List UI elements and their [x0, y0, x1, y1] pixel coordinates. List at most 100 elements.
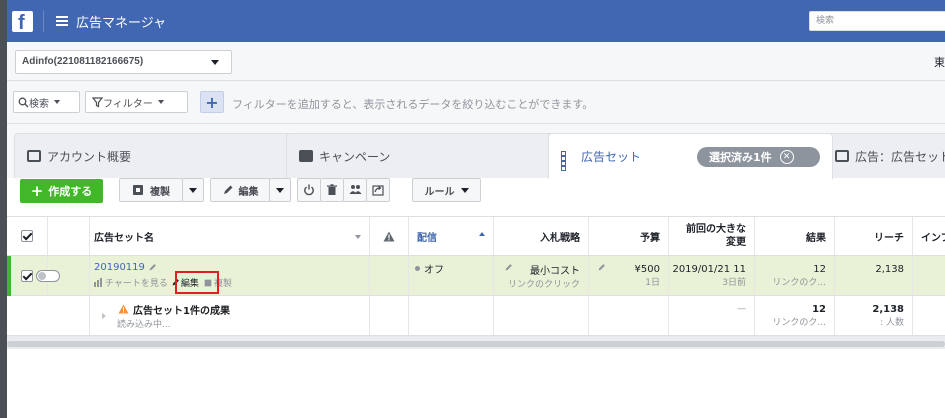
tab-campaign[interactable]: キャンペーン	[286, 133, 556, 178]
filter-button[interactable]: フィルター	[85, 91, 188, 113]
campaign-icon	[299, 150, 313, 162]
divider	[43, 10, 44, 32]
chevron-down-icon	[54, 100, 60, 104]
search-input[interactable]	[809, 11, 945, 31]
share-icon	[372, 185, 384, 196]
summary-reach-cell: 2,138 : 人数	[835, 296, 913, 335]
row-last-change-cell: 2019/01/21 11 3日前	[669, 256, 755, 295]
chevron-down-icon	[211, 60, 219, 65]
pencil-icon[interactable]	[504, 263, 513, 272]
reach-value: 2,138	[875, 264, 904, 275]
edit-highlight-box	[175, 271, 219, 294]
add-filter-button[interactable]: +	[200, 91, 224, 113]
duplicate-button[interactable]: 複製	[119, 178, 183, 202]
share-button[interactable]	[366, 178, 390, 202]
summary-row: 広告セット1件の成果 読み込み中... — 12 リンクのク... 2,138 …	[7, 296, 945, 336]
edit-dropdown[interactable]	[269, 178, 291, 202]
adset-name-link[interactable]: 20190119	[94, 262, 145, 273]
delivery-status: オフ	[424, 265, 444, 276]
delivery-toggle[interactable]	[36, 269, 60, 282]
header-last-change[interactable]: 前回の大きな 変更	[669, 217, 755, 255]
sort-ascending-icon	[479, 232, 485, 236]
header-bid-strategy[interactable]: 入札戦略	[494, 217, 589, 255]
rules-button[interactable]: ルール	[412, 178, 481, 202]
budget-sub: 1日	[645, 277, 660, 288]
summary-reach-value: 2,138	[872, 303, 904, 315]
tab-label: キャンペーン	[319, 149, 391, 164]
plus-icon: +	[30, 182, 44, 200]
budget-value: ¥500	[634, 263, 660, 275]
view-charts-link[interactable]: チャートを見る	[105, 276, 168, 289]
row-warning-cell	[370, 256, 409, 295]
delete-button[interactable]	[320, 178, 344, 202]
header-reach[interactable]: リーチ	[835, 217, 913, 255]
summary-sub: 読み込み中...	[117, 319, 171, 330]
header-name[interactable]: 広告セット名	[90, 217, 370, 255]
tab-account-overview[interactable]: アカウント概要	[14, 133, 294, 178]
results-value: 12	[813, 263, 826, 275]
account-select-label: Adinfo(221081182166675)	[22, 56, 144, 67]
chart-icon	[94, 278, 102, 287]
summary-blank	[7, 296, 90, 335]
select-all-checkbox[interactable]	[21, 230, 33, 242]
table-row[interactable]: 20190119 チャートを見る 編集 複製 オフ 最小コスト リンクのクリック…	[7, 256, 945, 296]
adset-icon	[561, 150, 575, 171]
row-checkbox[interactable]	[21, 269, 33, 282]
people-icon	[349, 185, 361, 194]
summary-results-cell: 12 リンクのク...	[755, 296, 835, 335]
horizontal-scrollbar[interactable]	[7, 341, 945, 347]
summary-reach-sub: : 人数	[880, 317, 904, 328]
header-delivery[interactable]: 配信	[409, 217, 494, 255]
close-icon[interactable]: ✕	[779, 150, 794, 164]
audience-button[interactable]	[343, 178, 367, 202]
chevron-down-icon	[276, 187, 284, 193]
chevron-right-icon[interactable]	[102, 312, 106, 319]
duplicate-label: 複製	[150, 186, 170, 198]
header-name-label: 広告セット名	[94, 232, 154, 244]
header-results[interactable]: 結果	[755, 217, 835, 255]
header-impressions[interactable]: インプ	[913, 217, 945, 255]
results-sub: リンクのク...	[772, 277, 826, 288]
facebook-logo-icon[interactable]: f	[12, 10, 33, 34]
edit-button[interactable]: 編集	[210, 178, 270, 202]
row-results-cell: 12 リンクのク...	[755, 256, 835, 295]
level-tabs: アカウント概要 キャンペーン 広告セット 選択済み1件 ✕ 広告：広告セット	[7, 124, 945, 179]
tab-adset[interactable]: 広告セット 選択済み1件 ✕	[548, 133, 833, 179]
menu-icon[interactable]	[56, 16, 68, 26]
header-last-change-label: 前回の大きな 変更	[686, 224, 746, 248]
pencil-icon[interactable]	[597, 263, 606, 272]
summary-results-sub: リンクのク...	[772, 317, 826, 328]
header-select-all[interactable]	[7, 217, 48, 255]
ad-icon	[835, 150, 849, 162]
header-delivery-label: 配信	[417, 232, 437, 244]
pencil-icon[interactable]	[148, 263, 157, 272]
duplicate-dropdown[interactable]	[182, 178, 204, 202]
rules-label: ルール	[424, 186, 455, 198]
search-icon	[18, 97, 29, 107]
summary-results-value: 12	[812, 303, 826, 315]
create-button[interactable]: + 作成する	[20, 179, 103, 203]
summary-budget-cell	[589, 296, 669, 335]
header-budget[interactable]: 予算	[589, 217, 669, 255]
summary-name-cell: 広告セット1件の成果 読み込み中...	[90, 296, 370, 335]
row-reach-cell: 2,138	[835, 256, 913, 295]
search-button[interactable]: 検索	[13, 91, 80, 113]
warning-icon	[118, 304, 129, 314]
row-delivery-cell: オフ	[409, 256, 494, 295]
filter-bar: 検索 フィルター + フィルターを追加すると、表示されるデータを絞り込むことがで…	[7, 81, 945, 124]
last-change-sub: 3日前	[722, 277, 746, 288]
header-bid-strategy-label: 入札戦略	[540, 232, 580, 244]
filter-hint: フィルターを追加すると、表示されるデータを絞り込むことができます。	[232, 98, 594, 111]
tab-ad[interactable]: 広告：広告セット	[822, 133, 945, 178]
header-impressions-label: インプ	[921, 232, 945, 244]
header-warning[interactable]	[370, 217, 409, 255]
summary-bid-cell	[494, 296, 589, 335]
account-overview-icon	[27, 150, 41, 162]
power-button[interactable]	[297, 178, 321, 202]
selected-pill[interactable]: 選択済み1件 ✕	[697, 147, 820, 167]
account-select[interactable]: Adinfo(221081182166675)	[15, 50, 232, 74]
summary-last-change: —	[737, 304, 746, 314]
chevron-down-icon	[189, 187, 197, 193]
header-toggle-col	[48, 217, 90, 255]
plus-icon: +	[205, 92, 219, 112]
